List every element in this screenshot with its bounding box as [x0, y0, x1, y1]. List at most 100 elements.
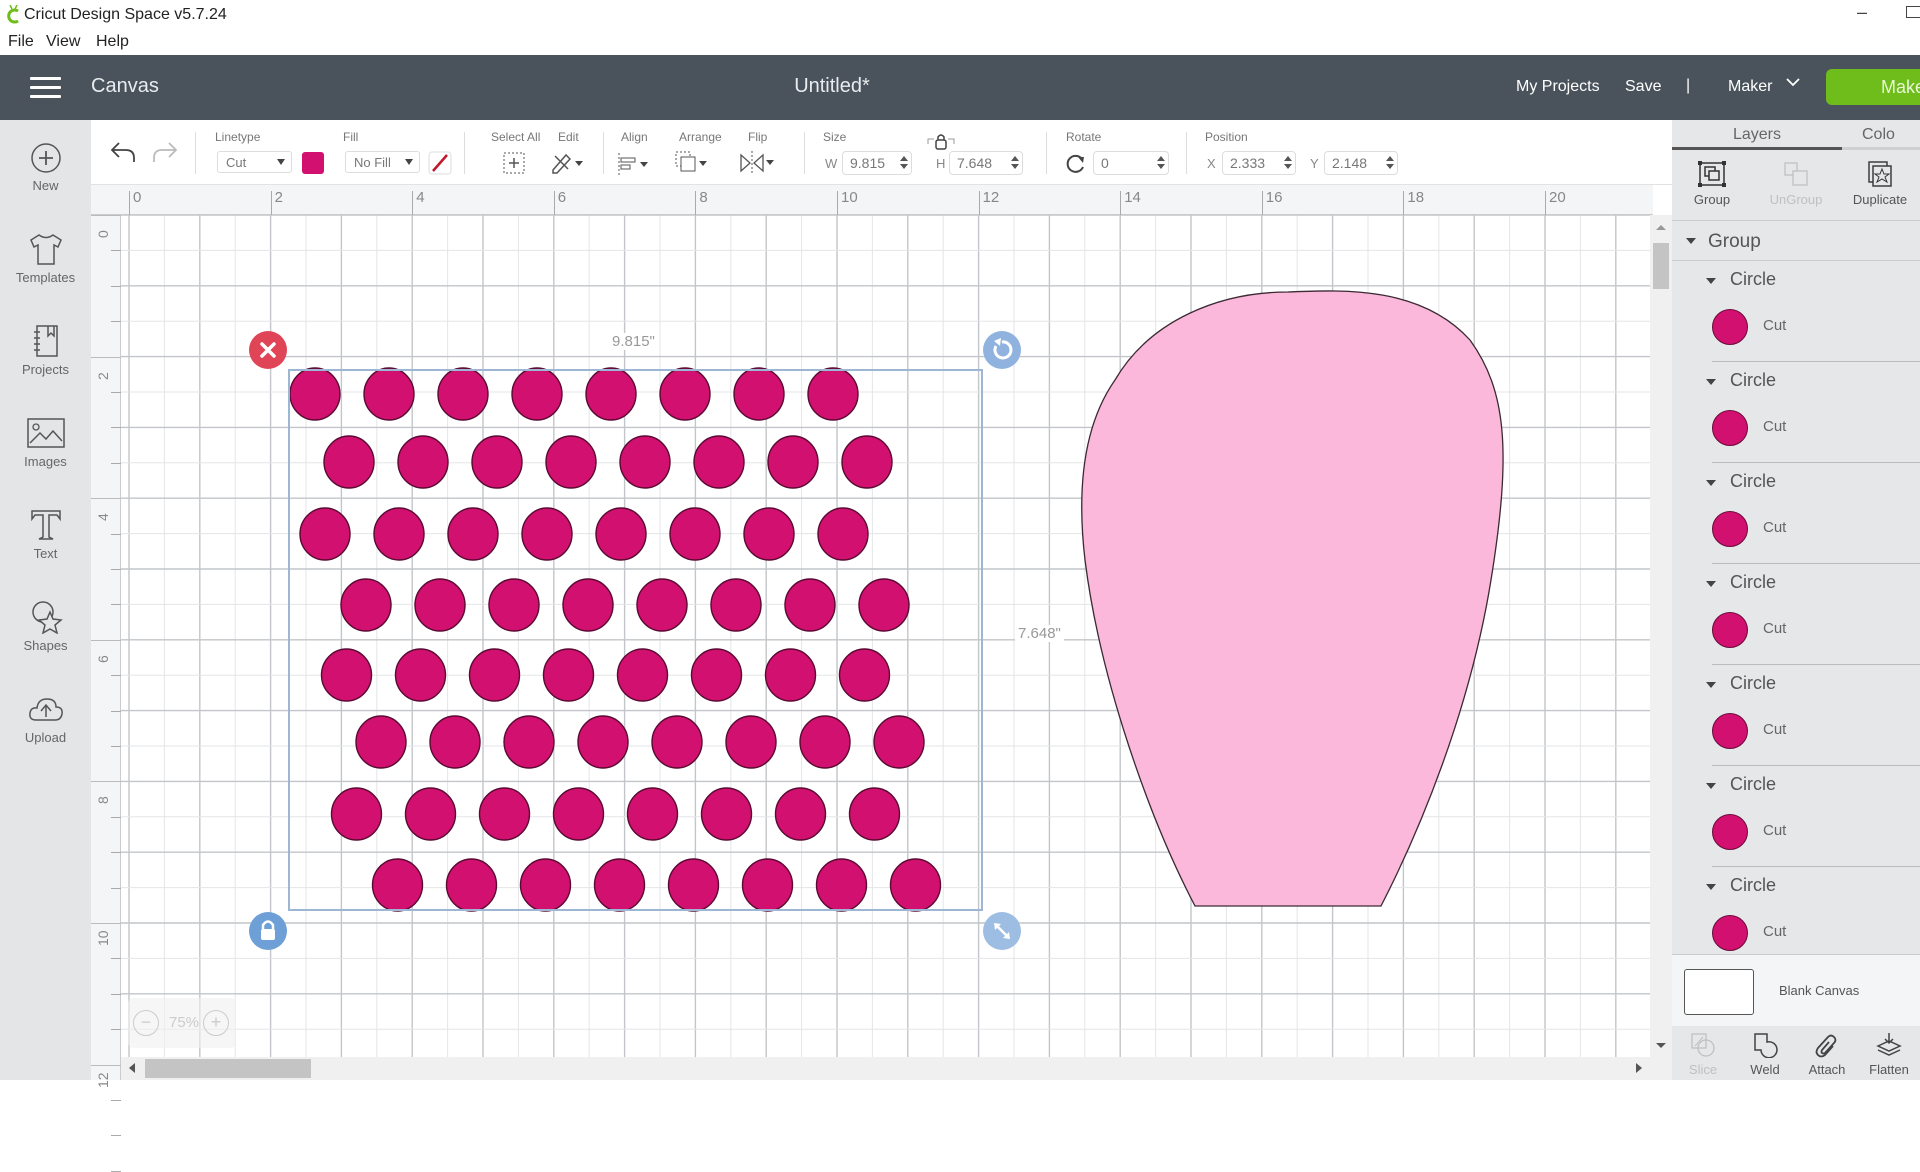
layer-item[interactable]: Circle Cut — [1672, 362, 1920, 463]
chevron-down-icon[interactable] — [1786, 75, 1800, 89]
align-icon[interactable] — [616, 152, 652, 176]
expand-triangle-icon[interactable] — [1686, 238, 1696, 244]
duplicate-button[interactable]: Duplicate — [1840, 154, 1920, 214]
width-input[interactable]: 9.815 — [842, 151, 912, 175]
y-position-input[interactable]: 2.148 — [1324, 151, 1398, 175]
petal-shape[interactable] — [1081, 290, 1504, 907]
expand-triangle-icon[interactable] — [1706, 783, 1716, 789]
sidebar-item-shapes[interactable]: Shapes — [0, 600, 91, 680]
height-stepper[interactable] — [1008, 152, 1022, 174]
layer-operation: Cut — [1763, 519, 1787, 536]
redo-icon[interactable] — [151, 140, 179, 164]
layer-color-swatch[interactable] — [1712, 915, 1748, 951]
layer-item[interactable]: Circle Cut — [1672, 867, 1920, 954]
expand-triangle-icon[interactable] — [1706, 379, 1716, 385]
expand-triangle-icon[interactable] — [1706, 581, 1716, 587]
arrange-icon[interactable] — [674, 150, 710, 176]
linetype-color-swatch[interactable] — [302, 152, 324, 174]
slice-button[interactable]: Slice — [1672, 1026, 1734, 1077]
make-it-button[interactable]: Make — [1826, 69, 1920, 105]
no-fill-swatch-icon[interactable] — [428, 151, 452, 175]
layer-group-row[interactable]: Group — [1672, 221, 1920, 261]
layer-color-swatch[interactable] — [1712, 511, 1748, 547]
lock-aspect-icon[interactable] — [927, 132, 955, 152]
layer-item[interactable]: Circle Cut — [1672, 665, 1920, 766]
flip-icon[interactable] — [739, 150, 775, 176]
expand-triangle-icon[interactable] — [1706, 682, 1716, 688]
layer-item[interactable]: Circle Cut — [1672, 463, 1920, 564]
layer-color-swatch[interactable] — [1712, 309, 1748, 345]
ungroup-button[interactable]: UnGroup — [1756, 154, 1836, 214]
ruler-label: 14 — [1124, 189, 1141, 206]
resize-handle[interactable] — [983, 912, 1021, 950]
fill-select[interactable]: No Fill — [345, 151, 420, 173]
weld-button[interactable]: Weld — [1734, 1026, 1796, 1077]
expand-triangle-icon[interactable] — [1706, 884, 1716, 890]
sidebar-item-new[interactable]: New — [0, 142, 91, 222]
scroll-left-icon[interactable] — [129, 1063, 135, 1073]
sidebar-item-images[interactable]: Images — [0, 416, 91, 496]
layer-color-swatch[interactable] — [1712, 612, 1748, 648]
vertical-scroll-thumb[interactable] — [1653, 243, 1669, 289]
scroll-up-icon[interactable] — [1656, 225, 1666, 230]
layer-item[interactable]: Circle Cut — [1672, 766, 1920, 867]
width-stepper[interactable] — [897, 152, 911, 174]
edit-icon[interactable] — [550, 151, 586, 175]
ruler-tick — [270, 191, 272, 215]
sidebar-item-projects[interactable]: Projects — [0, 324, 91, 404]
expand-triangle-icon[interactable] — [1706, 278, 1716, 284]
ruler-tick — [91, 498, 121, 500]
tab-layers[interactable]: Layers — [1672, 120, 1842, 150]
rotate-handle[interactable] — [983, 331, 1021, 369]
layer-color-swatch[interactable] — [1712, 814, 1748, 850]
undo-icon[interactable] — [109, 140, 137, 164]
lock-proportions-handle[interactable] — [249, 912, 287, 950]
my-projects-link[interactable]: My Projects — [1516, 78, 1600, 96]
select-all-icon[interactable] — [502, 151, 526, 175]
rotate-stepper[interactable] — [1154, 152, 1168, 174]
y-position-stepper[interactable] — [1383, 152, 1397, 174]
sidebar-item-text[interactable]: Text — [0, 508, 91, 588]
scroll-down-icon[interactable] — [1656, 1043, 1666, 1048]
group-button[interactable]: Group — [1672, 154, 1752, 214]
menu-file[interactable]: File — [8, 33, 34, 51]
horizontal-scroll-thumb[interactable] — [145, 1059, 311, 1078]
layer-item[interactable]: Circle Cut — [1672, 261, 1920, 362]
blank-canvas-row[interactable]: Blank Canvas — [1672, 954, 1920, 1026]
sidebar-item-templates[interactable]: Templates — [0, 232, 91, 312]
ruler-tick — [91, 356, 121, 358]
expand-triangle-icon[interactable] — [1706, 480, 1716, 486]
zoom-out-button[interactable]: − — [133, 1010, 159, 1036]
save-button[interactable]: Save — [1625, 78, 1661, 96]
rotate-input[interactable]: 0 — [1093, 151, 1169, 175]
layer-color-swatch[interactable] — [1712, 713, 1748, 749]
minimize-button[interactable]: – — [1852, 2, 1872, 23]
scroll-right-icon[interactable] — [1636, 1063, 1642, 1073]
left-sidebar: New Templates Projects Images Text Shape… — [0, 120, 91, 1080]
linetype-select[interactable]: Cut — [217, 151, 292, 173]
flatten-button[interactable]: Flatten — [1858, 1026, 1920, 1077]
vertical-scrollbar[interactable] — [1650, 215, 1672, 1057]
machine-select[interactable]: Maker — [1728, 78, 1772, 96]
attach-button[interactable]: Attach — [1796, 1026, 1858, 1077]
header-separator: | — [1686, 77, 1691, 94]
sidebar-label: Projects — [22, 362, 69, 377]
layer-color-swatch[interactable] — [1712, 410, 1748, 446]
menu-view[interactable]: View — [46, 33, 80, 51]
delete-handle[interactable] — [249, 331, 287, 369]
zoom-in-button[interactable]: + — [203, 1010, 229, 1036]
horizontal-scrollbar[interactable] — [121, 1057, 1672, 1080]
sidebar-item-upload[interactable]: Upload — [0, 692, 91, 772]
flip-label: Flip — [748, 130, 768, 144]
blank-canvas-swatch[interactable] — [1684, 969, 1754, 1015]
selection-bounding-box[interactable] — [288, 369, 983, 911]
tab-color-sync[interactable]: Colo — [1842, 120, 1920, 150]
x-position-stepper[interactable] — [1281, 152, 1295, 174]
maximize-button[interactable] — [1906, 6, 1920, 18]
height-input[interactable]: 7.648 — [949, 151, 1023, 175]
layer-item[interactable]: Circle Cut — [1672, 564, 1920, 665]
resize-arrows-icon — [994, 923, 1010, 939]
x-position-input[interactable]: 2.333 — [1222, 151, 1296, 175]
menu-help[interactable]: Help — [96, 33, 129, 51]
layer-name: Circle — [1730, 370, 1777, 390]
